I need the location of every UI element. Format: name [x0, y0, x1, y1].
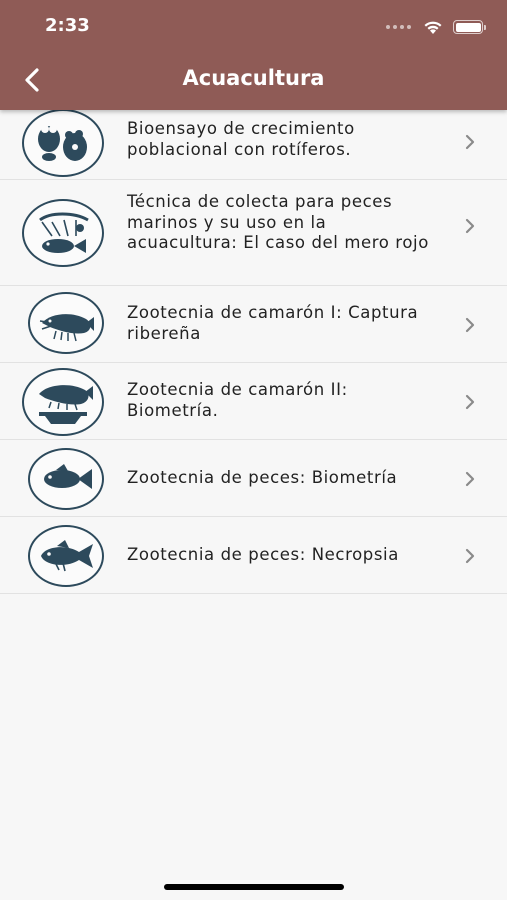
list-item-mero-rojo[interactable]: Técnica de colecta para peces marinos y …: [0, 180, 507, 286]
status-icons: [386, 17, 486, 37]
list-item-label: Bioensayo de crecimiento poblacional con…: [127, 119, 355, 159]
fish-necropsy-icon: [28, 525, 104, 587]
list-item-label: Zootecnia de camarón II: Biometría.: [127, 380, 348, 420]
chevron-right-icon: [465, 134, 475, 150]
list-item-label: Zootecnia de camarón I: Captura ribereña: [127, 303, 419, 343]
wifi-icon: [424, 21, 442, 34]
list-item-label: Zootecnia de peces: Necropsia: [127, 545, 399, 564]
chevron-right-icon: [465, 471, 475, 487]
chevron-right-icon: [465, 317, 475, 333]
signal-icon: [386, 25, 411, 29]
fish-icon: [28, 448, 104, 510]
topic-list: Bioensayo de crecimiento poblacional con…: [0, 103, 507, 594]
list-item-label: Técnica de colecta para peces marinos y …: [127, 192, 429, 252]
status-time: 2:33: [45, 15, 90, 36]
list-item-peces-necropsia[interactable]: Zootecnia de peces: Necropsia: [0, 517, 507, 594]
nav-header: 2:33 Acuacultura: [0, 0, 507, 110]
list-item-peces-biometria[interactable]: Zootecnia de peces: Biometría: [0, 440, 507, 517]
shrimp-icon: [28, 292, 104, 354]
fishing-net-icon: [22, 199, 104, 267]
chevron-right-icon: [465, 394, 475, 410]
rotifer-icon: [22, 109, 104, 177]
chevron-right-icon: [465, 548, 475, 564]
list-item-label: Zootecnia de peces: Biometría: [127, 468, 398, 487]
battery-icon: [453, 20, 486, 34]
list-item-camaron-i[interactable]: Zootecnia de camarón I: Captura ribereña: [0, 286, 507, 363]
list-item-camaron-ii[interactable]: Zootecnia de camarón II: Biometría.: [0, 363, 507, 440]
page-title: Acuacultura: [182, 66, 325, 90]
home-indicator[interactable]: [164, 884, 344, 890]
chevron-right-icon: [465, 218, 475, 234]
list-item-rotiferos[interactable]: Bioensayo de crecimiento poblacional con…: [0, 103, 507, 180]
shrimp-scale-icon: [22, 368, 104, 436]
